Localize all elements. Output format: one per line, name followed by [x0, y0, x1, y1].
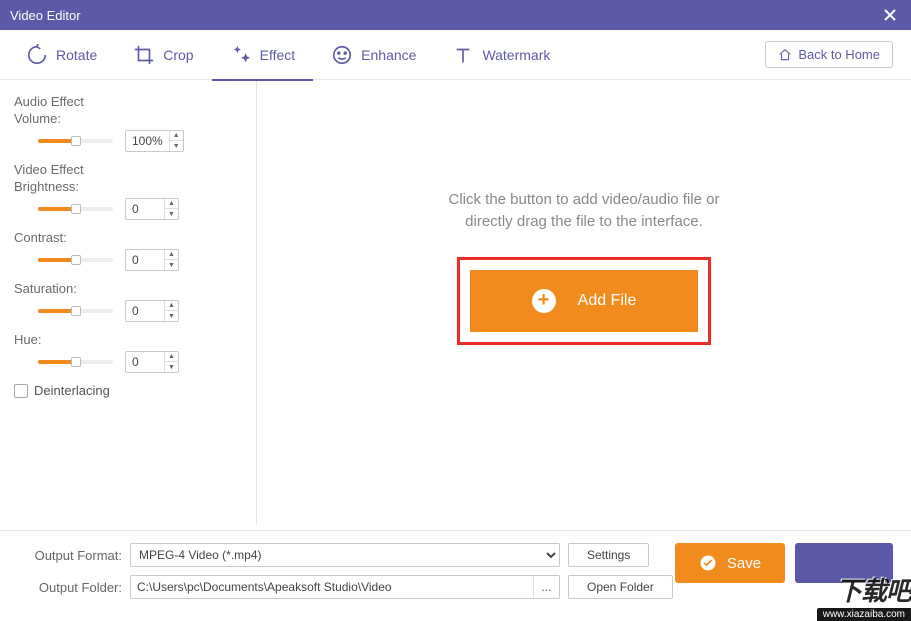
tab-label: Effect [260, 47, 296, 63]
brightness-stepper[interactable]: ▲▼ [164, 198, 178, 220]
output-format-select[interactable]: MPEG-4 Video (*.mp4) [130, 543, 560, 567]
tab-label: Watermark [482, 47, 550, 63]
hue-field[interactable]: 0 ▲▼ [125, 351, 179, 373]
window-title: Video Editor [10, 8, 879, 23]
plus-icon: + [532, 289, 556, 313]
output-folder-label: Output Folder: [18, 580, 122, 595]
back-home-button[interactable]: Back to Home [765, 41, 893, 68]
output-folder-input[interactable]: C:\Users\pc\Documents\Apeaksoft Studio\V… [130, 575, 560, 599]
deinterlacing-label: Deinterlacing [34, 383, 110, 398]
contrast-value: 0 [126, 253, 164, 267]
saturation-label: Saturation: [14, 281, 246, 296]
hue-label: Hue: [14, 332, 246, 347]
placeholder-line-1: Click the button to add video/audio file… [448, 189, 719, 211]
tab-rotate[interactable]: Rotate [8, 30, 115, 80]
preview-area[interactable]: Click the button to add video/audio file… [257, 80, 911, 524]
volume-value: 100% [126, 134, 169, 148]
save-label: Save [727, 555, 761, 572]
back-home-label: Back to Home [798, 47, 880, 62]
tab-enhance[interactable]: Enhance [313, 30, 434, 80]
saturation-stepper[interactable]: ▲▼ [164, 300, 178, 322]
main-area: Audio Effect Volume: 100% ▲▼ Video Effec… [0, 80, 911, 524]
watermark-icon [452, 44, 474, 66]
save-button[interactable]: Save [675, 543, 785, 583]
deinterlacing-checkbox[interactable] [14, 384, 28, 398]
tab-label: Crop [163, 47, 193, 63]
contrast-stepper[interactable]: ▲▼ [164, 249, 178, 271]
volume-slider[interactable] [38, 139, 113, 143]
placeholder-line-2: directly drag the file to the interface. [448, 211, 719, 233]
brightness-value: 0 [126, 202, 164, 216]
tab-effect[interactable]: Effect [212, 30, 314, 80]
close-button[interactable] [879, 8, 901, 22]
hue-stepper[interactable]: ▲▼ [164, 351, 178, 373]
brightness-slider[interactable] [38, 207, 113, 211]
title-bar: Video Editor [0, 0, 911, 30]
close-icon [883, 8, 897, 22]
contrast-label: Contrast: [14, 230, 246, 245]
add-file-label: Add File [578, 292, 637, 310]
volume-stepper[interactable]: ▲▼ [169, 130, 183, 152]
output-folder-path: C:\Users\pc\Documents\Apeaksoft Studio\V… [131, 580, 533, 594]
tab-watermark[interactable]: Watermark [434, 30, 568, 80]
open-folder-button[interactable]: Open Folder [568, 575, 673, 599]
volume-field[interactable]: 100% ▲▼ [125, 130, 184, 152]
effect-icon [230, 44, 252, 66]
hue-slider[interactable] [38, 360, 113, 364]
audio-effect-heading: Audio Effect [14, 94, 246, 109]
brightness-label: Brightness: [14, 179, 246, 194]
rotate-icon [26, 44, 48, 66]
preview-placeholder: Click the button to add video/audio file… [448, 189, 719, 233]
saturation-value: 0 [126, 304, 164, 318]
check-icon [699, 554, 717, 572]
footer: Output Format: MPEG-4 Video (*.mp4) Sett… [0, 530, 911, 621]
settings-button[interactable]: Settings [568, 543, 649, 567]
tab-label: Enhance [361, 47, 416, 63]
add-file-highlight-frame: + Add File [457, 257, 711, 345]
contrast-slider[interactable] [38, 258, 113, 262]
saturation-slider[interactable] [38, 309, 113, 313]
enhance-icon [331, 44, 353, 66]
effect-sidebar: Audio Effect Volume: 100% ▲▼ Video Effec… [0, 80, 257, 524]
saturation-field[interactable]: 0 ▲▼ [125, 300, 179, 322]
home-icon [778, 48, 792, 62]
brightness-field[interactable]: 0 ▲▼ [125, 198, 179, 220]
output-format-label: Output Format: [18, 548, 122, 563]
tab-crop[interactable]: Crop [115, 30, 211, 80]
tab-label: Rotate [56, 47, 97, 63]
browse-folder-button[interactable]: ... [533, 576, 559, 598]
volume-label: Volume: [14, 111, 246, 126]
contrast-field[interactable]: 0 ▲▼ [125, 249, 179, 271]
add-file-button[interactable]: + Add File [470, 270, 698, 332]
video-effect-heading: Video Effect [14, 162, 246, 177]
hue-value: 0 [126, 355, 164, 369]
secondary-action-button[interactable] [795, 543, 893, 583]
crop-icon [133, 44, 155, 66]
tab-bar: Rotate Crop Effect Enhance Watermark Bac… [0, 30, 911, 80]
